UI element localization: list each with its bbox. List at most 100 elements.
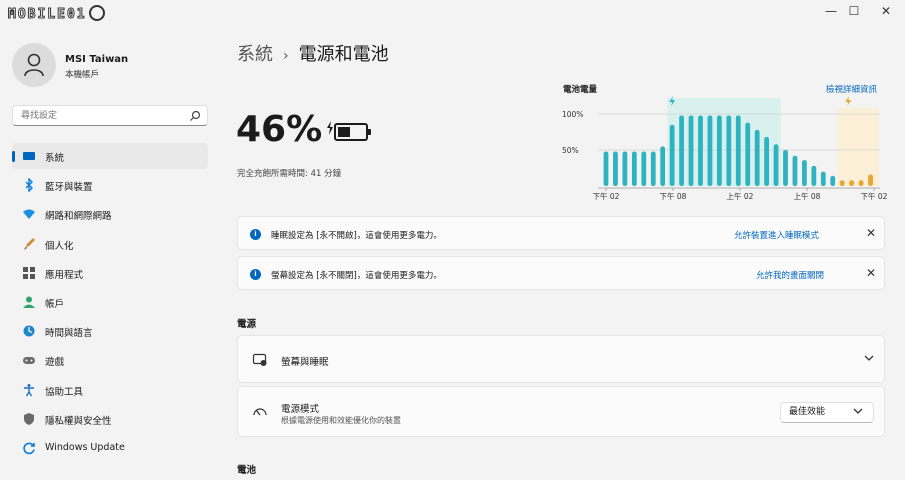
sidebar-item-person[interactable]: 帳戶 [12,289,208,315]
chart-bar [726,115,732,186]
globe-clock-icon [23,325,35,337]
chart-bar [679,115,684,186]
sidebar-item-label: 個人化 [45,240,74,252]
chart-bar [745,122,751,186]
sidebar-item-bluetooth[interactable]: 藍牙與裝置 [12,172,208,198]
battery-chart: 100% 50% 下午 02 下午 08 上午 02 上午 08 下午 02 [562,96,888,201]
sidebar-item-monitor[interactable]: 系統 [12,143,208,169]
chart-bar [820,171,826,186]
breadcrumb-root[interactable]: 系統 [237,44,273,65]
maximize-button[interactable]: ☐ [845,4,863,20]
power-mode-value: 最佳效能 [789,407,826,417]
page-title: 電源和電池 [298,44,389,65]
chart-bar [716,115,722,186]
info-icon: i [250,269,261,280]
notice-text: 睡眠設定為 [永不開啟]，這會使用更多電力。 [271,231,442,241]
sidebar-item-globe-clock[interactable]: 時間與語言 [12,318,208,344]
chart-bar [811,165,817,186]
y-tick-label: 50% [562,146,579,155]
sidebar-item-label: 應用程式 [45,269,84,281]
wifi-icon [23,209,35,220]
chart-bar [735,115,741,186]
dismiss-notice-button[interactable]: ✕ [866,266,876,280]
info-icon: i [250,229,261,240]
bluetooth-icon [25,178,33,193]
power-mode-card: 電源模式 根據電源使用和效能優化你的裝置 最佳效能 [237,386,885,437]
chart-bar [613,151,618,186]
search-icon[interactable] [188,109,202,123]
chart-bar [792,155,798,186]
chart-bar [698,115,703,186]
chart-bar [631,151,637,186]
update-icon [23,442,35,455]
screen-sleep-card[interactable]: 螢幕與睡眠 [237,335,885,383]
minimize-button[interactable]: — [822,4,840,20]
section-battery: 電池 [237,465,257,476]
sidebar-item-label: 時間與語言 [45,328,93,340]
x-tick-label: 下午 02 [861,191,888,201]
chart-bar [669,124,675,186]
chart-bar [754,129,760,186]
view-details-link[interactable]: 檢視詳細資訊 [826,83,877,95]
close-button[interactable]: ✕ [877,4,895,20]
sidebar-item-accessibility[interactable]: 協助工具 [12,377,208,403]
power-mode-select[interactable]: 最佳效能 [780,402,874,423]
card-title: 電源模式 [281,404,320,415]
x-tick-label: 上午 02 [727,191,754,201]
sidebar-item-brush[interactable]: 個人化 [12,231,208,257]
person-avatar-icon [24,53,44,77]
screen-sleep-icon [252,353,267,366]
screen-notice: i 螢幕設定為 [永不關閉]，這會使用更多電力。 允許我的畫面關閉 ✕ [237,256,885,290]
main-content: 系統 › 電源和電池 46% 完全充飽所需時間: 41 分鐘 電池電量 檢視詳細資訊… [222,26,905,480]
estimate-period-highlight [837,108,880,186]
user-name: MSI Taiwan [65,54,129,65]
sidebar-item-label: 隱私權與安全性 [45,415,112,427]
battery-percent: 46% [236,109,323,150]
search-input[interactable] [12,105,208,126]
card-subtitle: 根據電源使用和效能優化你的裝置 [281,416,401,425]
logo-mark-icon [88,5,105,21]
chart-bar [622,151,628,186]
estimate-marker-icon [845,96,852,106]
sidebar-item-gamepad[interactable]: 遊戲 [12,347,208,373]
breadcrumb-separator: › [283,48,289,64]
gamepad-icon [23,357,35,365]
power-mode-icon [253,408,267,416]
notice-text: 螢幕設定為 [永不關閉]，這會使用更多電力。 [271,271,442,281]
sidebar-item-label: 帳戶 [45,298,65,310]
sidebar-item-label: Windows Update [45,441,125,453]
chart-bar [603,151,609,186]
chevron-down-icon[interactable] [864,354,874,362]
chart-bar [707,115,713,186]
sidebar-item-label: 藍牙與裝置 [45,182,93,194]
estimated-bar [849,180,855,186]
chart-bar [830,175,836,186]
battery-level-fill [338,127,350,137]
chart-bar [773,144,779,186]
sidebar-nav: 系統藍牙與裝置網路和網際網路個人化應用程式帳戶時間與語言遊戲協助工具隱私權與安全… [12,143,208,464]
account-type: 本機帳戶 [65,70,100,80]
accessibility-icon [24,383,34,396]
sidebar-item-wifi[interactable]: 網路和網際網路 [12,201,208,227]
chart-bar [802,160,807,186]
allow-screen-off-link[interactable]: 允許我的畫面關閉 [756,269,824,281]
estimated-bar [839,180,845,186]
allow-sleep-link[interactable]: 允許裝置進入睡眠模式 [734,229,819,241]
sidebar-item-apps[interactable]: 應用程式 [12,260,208,286]
estimated-bar [858,180,864,186]
sidebar-item-label: 協助工具 [45,386,84,398]
sidebar-item-update[interactable]: Windows Update [12,435,208,461]
sleep-notice: i 睡眠設定為 [永不開啟]，這會使用更多電力。 允許裝置進入睡眠模式 ✕ [237,216,885,250]
chart-bar [783,150,788,186]
chevron-down-icon [853,408,863,414]
chart-bar [660,146,666,186]
chart-bar [641,151,647,186]
dismiss-notice-button[interactable]: ✕ [866,226,876,240]
sidebar-item-shield[interactable]: 隱私權與安全性 [12,406,208,432]
app-logo: MOBILE01 [8,5,105,23]
plug-icon [327,121,333,135]
avatar[interactable] [12,43,56,87]
brush-icon [24,237,35,250]
section-power: 電源 [237,319,257,330]
person-icon [23,296,35,308]
